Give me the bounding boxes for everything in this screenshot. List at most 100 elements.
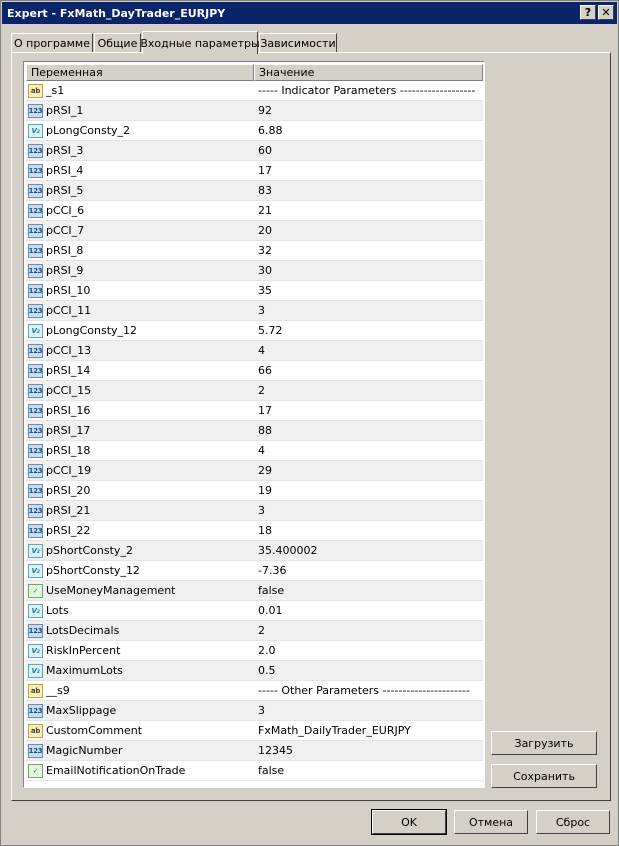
parameter-row[interactable]: V₂ MaximumLots 0.5 (26, 661, 483, 681)
parameter-row[interactable]: 123 pRSI_8 32 (26, 241, 483, 261)
parameter-row[interactable]: 123 pCCI_13 4 (26, 341, 483, 361)
parameter-value[interactable]: ----- Other Parameters -----------------… (258, 681, 470, 701)
parameter-value[interactable]: 3 (258, 501, 265, 521)
parameter-row[interactable]: ✓ EmailNotificationOnTrade false (26, 761, 483, 781)
parameter-value[interactable]: 29 (258, 461, 272, 481)
parameter-value[interactable]: 5.72 (258, 321, 283, 341)
column-header-variable[interactable]: Переменная (26, 64, 254, 81)
parameters-list[interactable]: Переменная Значение ab _s1 ----- Indicator… (23, 61, 485, 788)
parameter-value[interactable]: 88 (258, 421, 272, 441)
cancel-button[interactable]: Отмена (454, 810, 528, 834)
tab-common[interactable]: Общие (94, 33, 141, 53)
parameter-name: MaximumLots (46, 664, 123, 677)
parameter-value[interactable]: 4 (258, 341, 265, 361)
double-type-icon: V₂ (28, 604, 43, 618)
parameter-row[interactable]: ✓ UseMoneyManagement false (26, 581, 483, 601)
parameter-row[interactable]: 123 pRSI_17 88 (26, 421, 483, 441)
integer-type-icon: 123 (28, 704, 43, 718)
parameter-row[interactable]: 123 pRSI_3 60 (26, 141, 483, 161)
parameter-value[interactable]: 3 (258, 701, 265, 721)
parameter-value[interactable]: 6.88 (258, 121, 283, 141)
parameter-value[interactable]: FxMath_DailyTrader_EURJPY (258, 721, 411, 741)
parameter-name: pRSI_4 (46, 164, 84, 177)
parameter-value[interactable]: 17 (258, 161, 272, 181)
parameter-row[interactable]: 123 pRSI_1 92 (26, 101, 483, 121)
parameter-value[interactable]: 19 (258, 481, 272, 501)
parameter-value[interactable]: 66 (258, 361, 272, 381)
parameter-row[interactable]: V₂ RiskInPercent 2.0 (26, 641, 483, 661)
parameter-value[interactable]: 3 (258, 301, 265, 321)
parameter-row[interactable]: V₂ pLongConsty_2 6.88 (26, 121, 483, 141)
tab-about[interactable]: О программе (11, 33, 93, 53)
parameter-row[interactable]: 123 MagicNumber 12345 (26, 741, 483, 761)
parameter-row[interactable]: V₂ pLongConsty_12 5.72 (26, 321, 483, 341)
parameter-value[interactable]: false (258, 761, 284, 781)
parameter-row[interactable]: ab CustomComment FxMath_DailyTrader_EURJPY (26, 721, 483, 741)
parameter-row[interactable]: 123 pCCI_11 3 (26, 301, 483, 321)
integer-type-icon: 123 (28, 424, 43, 438)
parameter-value[interactable]: 30 (258, 261, 272, 281)
parameter-row[interactable]: 123 pRSI_5 83 (26, 181, 483, 201)
parameter-row[interactable]: ab __s9 ----- Other Parameters -----------… (26, 681, 483, 701)
help-button[interactable]: ? (580, 5, 596, 20)
parameter-value[interactable]: 0.01 (258, 601, 283, 621)
parameter-value[interactable]: 83 (258, 181, 272, 201)
parameter-value[interactable]: 0.5 (258, 661, 276, 681)
parameter-name: EmailNotificationOnTrade (46, 764, 186, 777)
parameter-value[interactable]: 2 (258, 381, 265, 401)
title-bar[interactable]: Expert - FxMath_DayTrader_EURJPY ? ✕ (2, 2, 617, 24)
parameter-value[interactable]: 60 (258, 141, 272, 161)
parameter-row[interactable]: V₂ pShortConsty_2 35.400002 (26, 541, 483, 561)
parameter-row[interactable]: 123 pCCI_15 2 (26, 381, 483, 401)
parameter-row[interactable]: 123 pRSI_18 4 (26, 441, 483, 461)
parameter-name: pRSI_5 (46, 184, 84, 197)
parameter-row[interactable]: ab _s1 ----- Indicator Parameters --------… (26, 81, 483, 101)
parameter-row[interactable]: 123 pRSI_9 30 (26, 261, 483, 281)
parameter-row[interactable]: 123 pRSI_20 19 (26, 481, 483, 501)
parameter-row[interactable]: 123 pCCI_7 20 (26, 221, 483, 241)
parameter-row[interactable]: 123 MaxSlippage 3 (26, 701, 483, 721)
parameter-row[interactable]: 123 LotsDecimals 2 (26, 621, 483, 641)
integer-type-icon: 123 (28, 204, 43, 218)
parameter-value[interactable]: 35 (258, 281, 272, 301)
reset-button[interactable]: Сброс (536, 810, 610, 834)
parameter-row[interactable]: 123 pRSI_14 66 (26, 361, 483, 381)
parameter-name: pCCI_15 (46, 384, 92, 397)
parameter-value[interactable]: false (258, 581, 284, 601)
integer-type-icon: 123 (28, 184, 43, 198)
parameter-row[interactable]: 123 pRSI_10 35 (26, 281, 483, 301)
parameter-row[interactable]: V₂ Lots 0.01 (26, 601, 483, 621)
parameter-row[interactable]: 123 pRSI_4 17 (26, 161, 483, 181)
parameter-value[interactable]: 18 (258, 521, 272, 541)
parameter-value[interactable]: 20 (258, 221, 272, 241)
parameter-value[interactable]: 2 (258, 621, 265, 641)
parameter-value[interactable]: 32 (258, 241, 272, 261)
ok-button[interactable]: OK (371, 809, 447, 835)
parameter-row[interactable]: 123 pCCI_19 29 (26, 461, 483, 481)
parameter-row[interactable]: 123 pRSI_16 17 (26, 401, 483, 421)
load-button[interactable]: Загрузить (491, 731, 597, 755)
tab-dependencies[interactable]: Зависимости (259, 33, 337, 53)
parameter-value[interactable]: 2.0 (258, 641, 276, 661)
cancel-button-label: Отмена (468, 815, 514, 829)
parameter-row[interactable]: 123 pRSI_21 3 (26, 501, 483, 521)
boolean-type-icon: ✓ (28, 584, 43, 598)
parameter-value[interactable]: ----- Indicator Parameters -------------… (258, 81, 475, 101)
parameter-value[interactable]: 12345 (258, 741, 293, 761)
parameter-name: pRSI_18 (46, 444, 91, 457)
save-button[interactable]: Сохранить (491, 764, 597, 788)
parameter-value[interactable]: 21 (258, 201, 272, 221)
double-type-icon: V₂ (28, 664, 43, 678)
parameter-value[interactable]: -7.36 (258, 561, 286, 581)
expert-properties-dialog: Expert - FxMath_DayTrader_EURJPY ? ✕ О п… (0, 0, 619, 846)
parameter-row[interactable]: V₂ pShortConsty_12 -7.36 (26, 561, 483, 581)
parameter-value[interactable]: 17 (258, 401, 272, 421)
column-header-value[interactable]: Значение (254, 64, 483, 81)
parameter-row[interactable]: 123 pCCI_6 21 (26, 201, 483, 221)
close-button[interactable]: ✕ (598, 5, 614, 20)
parameter-value[interactable]: 92 (258, 101, 272, 121)
parameter-value[interactable]: 35.400002 (258, 541, 318, 561)
parameter-row[interactable]: 123 pRSI_22 18 (26, 521, 483, 541)
parameter-value[interactable]: 4 (258, 441, 265, 461)
tab-inputs[interactable]: Входные параметры (140, 31, 260, 54)
